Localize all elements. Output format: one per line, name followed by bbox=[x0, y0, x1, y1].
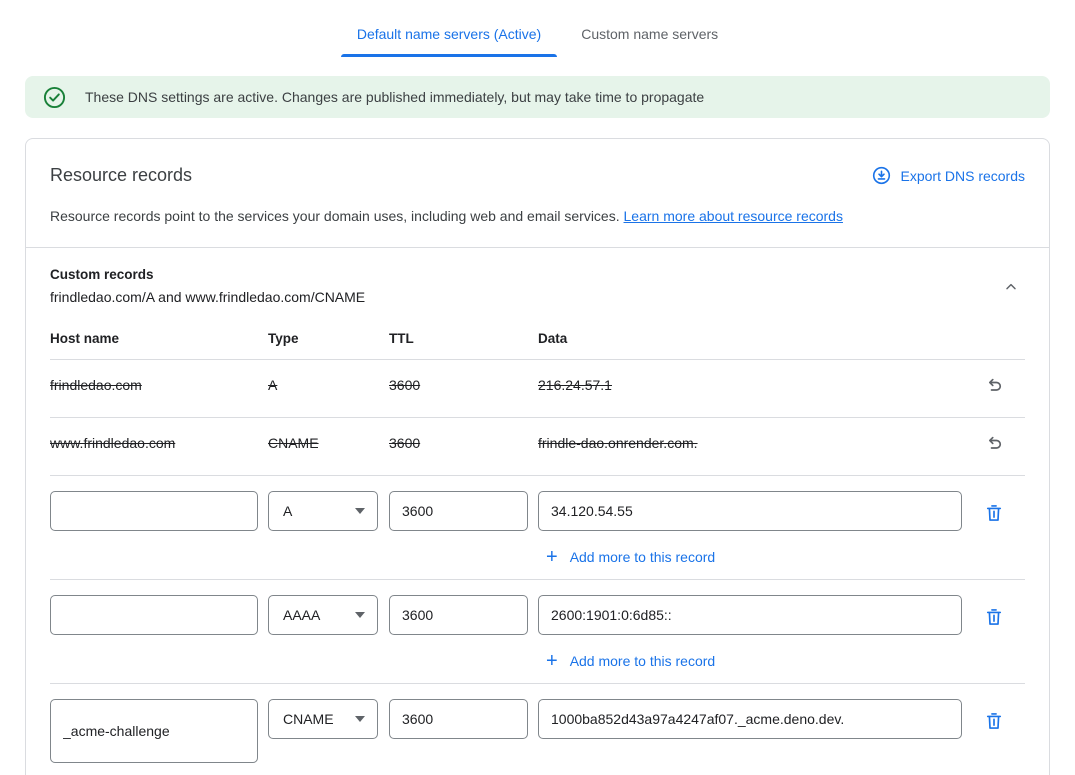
host-name-input[interactable] bbox=[50, 491, 258, 531]
table-header-row: Host name Type TTL Data bbox=[50, 317, 1025, 360]
undo-icon bbox=[984, 375, 1004, 395]
name-server-tabs: Default name servers (Active) Custom nam… bbox=[0, 0, 1075, 57]
type-value: CNAME bbox=[268, 435, 389, 451]
data-value: frindle-dao.onrender.com. bbox=[538, 435, 962, 451]
section-title: Custom records bbox=[50, 267, 365, 282]
delete-record-button[interactable] bbox=[982, 501, 1006, 525]
plus-icon: + bbox=[546, 654, 558, 668]
record-type-select[interactable]: A bbox=[268, 491, 378, 531]
editable-record-row: A + Ad bbox=[50, 476, 1025, 580]
banner-message: These DNS settings are active. Changes a… bbox=[85, 89, 704, 105]
type-value: A bbox=[268, 377, 389, 393]
host-name-input[interactable] bbox=[50, 699, 258, 763]
card-header: Resource records Export DNS records bbox=[26, 139, 1049, 186]
record-data-input[interactable] bbox=[538, 595, 962, 635]
section-subtitle: frindledao.com/A and www.frindledao.com/… bbox=[50, 289, 365, 305]
record-data-input[interactable] bbox=[538, 699, 962, 739]
selected-type: AAAA bbox=[283, 607, 320, 623]
download-icon bbox=[872, 166, 891, 185]
record-data-input[interactable] bbox=[538, 491, 962, 531]
trash-icon bbox=[984, 711, 1004, 731]
custom-records-header: Custom records frindledao.com/A and www.… bbox=[26, 248, 1049, 317]
table-row: www.frindledao.com CNAME 3600 frindle-da… bbox=[50, 418, 1025, 476]
host-name-input[interactable] bbox=[50, 595, 258, 635]
ttl-value: 3600 bbox=[389, 377, 538, 393]
host-value: www.frindledao.com bbox=[50, 435, 268, 451]
tab-default-name-servers[interactable]: Default name servers (Active) bbox=[341, 14, 557, 57]
card-description: Resource records point to the services y… bbox=[26, 186, 1049, 247]
add-more-to-record-button[interactable]: + Add more to this record bbox=[546, 549, 715, 565]
ttl-value: 3600 bbox=[389, 435, 538, 451]
check-circle-icon bbox=[43, 86, 66, 109]
selected-type: CNAME bbox=[283, 711, 334, 727]
undo-delete-button[interactable] bbox=[982, 373, 1006, 397]
editable-record-row: CNAME bbox=[50, 684, 1025, 775]
col-type: Type bbox=[268, 331, 389, 346]
learn-more-link[interactable]: Learn more about resource records bbox=[624, 208, 843, 224]
ttl-input[interactable] bbox=[389, 491, 528, 531]
dropdown-caret-icon bbox=[355, 716, 365, 722]
export-dns-records-button[interactable]: Export DNS records bbox=[872, 166, 1025, 185]
plus-icon: + bbox=[546, 550, 558, 564]
ttl-input[interactable] bbox=[389, 699, 528, 739]
records-table: Host name Type TTL Data frindledao.com A… bbox=[26, 317, 1049, 775]
host-value: frindledao.com bbox=[50, 377, 268, 393]
dns-active-banner: These DNS settings are active. Changes a… bbox=[25, 76, 1050, 118]
resource-records-card: Resource records Export DNS records Reso… bbox=[25, 138, 1050, 775]
ttl-input[interactable] bbox=[389, 595, 528, 635]
tab-custom-name-servers[interactable]: Custom name servers bbox=[565, 14, 734, 57]
delete-record-button[interactable] bbox=[982, 605, 1006, 629]
undo-delete-button[interactable] bbox=[982, 431, 1006, 455]
dropdown-caret-icon bbox=[355, 508, 365, 514]
editable-record-row: AAAA + bbox=[50, 580, 1025, 684]
record-type-select[interactable]: AAAA bbox=[268, 595, 378, 635]
add-more-to-record-button[interactable]: + Add more to this record bbox=[546, 653, 715, 669]
dropdown-caret-icon bbox=[355, 612, 365, 618]
col-ttl: TTL bbox=[389, 331, 538, 346]
undo-icon bbox=[984, 433, 1004, 453]
record-type-select[interactable]: CNAME bbox=[268, 699, 378, 739]
delete-record-button[interactable] bbox=[982, 709, 1006, 733]
data-value: 216.24.57.1 bbox=[538, 377, 962, 393]
export-label: Export DNS records bbox=[901, 168, 1025, 184]
col-data: Data bbox=[538, 331, 962, 346]
selected-type: A bbox=[283, 503, 292, 519]
table-row: frindledao.com A 3600 216.24.57.1 bbox=[50, 360, 1025, 418]
col-host-name: Host name bbox=[50, 331, 268, 346]
trash-icon bbox=[984, 503, 1004, 523]
chevron-up-icon bbox=[1003, 279, 1019, 295]
page-title: Resource records bbox=[50, 165, 192, 186]
collapse-section-button[interactable] bbox=[997, 273, 1025, 301]
trash-icon bbox=[984, 607, 1004, 627]
